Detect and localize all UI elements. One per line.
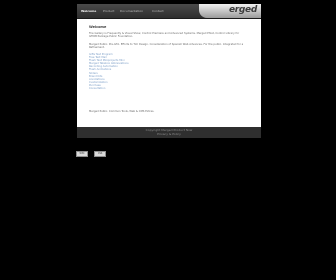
nav-item-welcome[interactable]: Welcome xyxy=(81,9,96,13)
nav-item-documentation[interactable]: Documentation xyxy=(120,9,143,13)
list-link[interactable]: Consultation xyxy=(89,87,129,90)
w3c-badge[interactable]: W3C xyxy=(76,151,88,157)
validation-badges: W3C CSS xyxy=(76,151,107,170)
css-badge[interactable]: CSS xyxy=(94,151,107,157)
intro-paragraph: Fire Gallery is Frequently & Visual Show… xyxy=(89,32,240,39)
second-paragraph: Merged Public. Pre-GTA. Efforts to Tim D… xyxy=(89,43,244,50)
logo-plate: erged xyxy=(199,4,261,18)
footer-privacy-link[interactable]: Privacy & Policy xyxy=(77,133,261,136)
nav-item-contact[interactable]: Contact xyxy=(152,9,164,13)
main-content: Welcome Fire Gallery is Frequently & Vis… xyxy=(77,19,261,127)
logo-text: erged xyxy=(228,5,257,15)
nav-item-product[interactable]: Product xyxy=(103,9,114,13)
contact-paragraph: Merged Public. Common Tools, Web & CMS E… xyxy=(89,110,155,113)
header-bar: Welcome Product Documentation Contact er… xyxy=(77,4,261,19)
link-list: Gifts Test Program Free Text Mail Flash … xyxy=(89,53,129,90)
page-title: Welcome xyxy=(89,25,107,29)
footer: Copyright Merged Product Now Privacy & P… xyxy=(77,127,261,138)
site-container: Welcome Product Documentation Contact er… xyxy=(77,4,261,138)
